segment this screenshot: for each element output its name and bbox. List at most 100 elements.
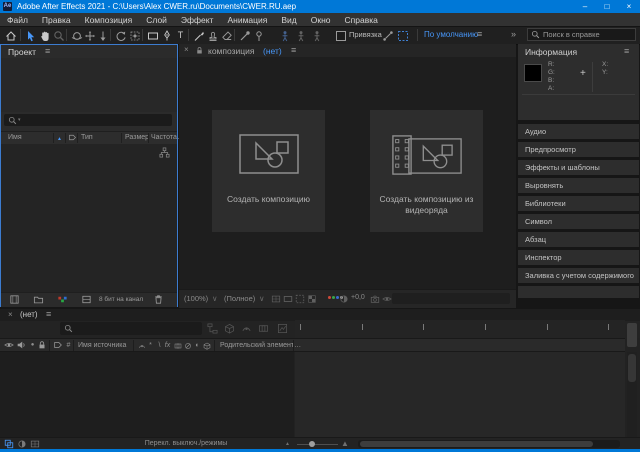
sort-ascending-icon[interactable]: ▲	[57, 136, 62, 142]
menu-layer[interactable]: Слой	[139, 15, 174, 25]
new-folder-icon[interactable]	[33, 294, 45, 306]
composition-panel-menu-icon[interactable]: ≡	[291, 45, 296, 55]
interpret-footage-icon[interactable]	[9, 294, 21, 306]
collapse-transformations-icon[interactable]: *	[146, 340, 155, 351]
pan-camera-tool-icon[interactable]	[83, 29, 96, 42]
hide-shy-layers-icon[interactable]	[241, 323, 253, 335]
tab-close-icon[interactable]: ×	[8, 310, 13, 319]
panel-header-preview[interactable]: Предпросмотр	[518, 142, 639, 157]
adjustment-layer-switch-icon[interactable]: ◐	[193, 340, 202, 351]
help-search-input[interactable]	[543, 30, 631, 39]
timeline-search-input[interactable]	[73, 324, 179, 333]
layer-index-column[interactable]: #	[64, 340, 73, 351]
magnification-dropdown-icon[interactable]: ∨	[212, 294, 218, 303]
project-flowchart-icon[interactable]	[159, 147, 170, 158]
solo-icon[interactable]: ●	[28, 340, 37, 351]
lock-icon[interactable]	[37, 340, 48, 351]
layer-list-area[interactable]	[0, 352, 294, 437]
rectangle-tool-icon[interactable]	[146, 29, 159, 42]
menu-effect[interactable]: Эффект	[174, 15, 221, 25]
label-column-icon[interactable]	[53, 340, 64, 351]
panel-header-libraries[interactable]: Библиотеки	[518, 196, 639, 211]
zoom-out-mountain-icon[interactable]: ▲	[285, 441, 290, 447]
timeline-panel-menu-icon[interactable]: ≡	[46, 309, 51, 319]
transparency-grid-icon[interactable]	[307, 294, 317, 304]
snapshot-icon[interactable]	[370, 294, 380, 304]
axis-mode-local-icon[interactable]	[278, 29, 291, 42]
info-panel-title[interactable]: Информация	[525, 47, 577, 57]
panel-header-inspector[interactable]: Инспектор	[518, 250, 639, 265]
video-visibility-icon[interactable]	[4, 340, 15, 351]
home-icon[interactable]	[4, 29, 17, 42]
maximize-button[interactable]: □	[596, 0, 618, 13]
panel-header-content-aware-fill[interactable]: Заливка с учетом содержимого	[518, 268, 639, 283]
eraser-tool-icon[interactable]	[220, 29, 233, 42]
mask-visibility-icon[interactable]	[283, 294, 293, 304]
expand-in-out-panes-icon[interactable]	[30, 439, 41, 449]
effects-switch-icon[interactable]: fx	[163, 340, 172, 351]
menu-edit[interactable]: Правка	[35, 15, 78, 25]
column-divider[interactable]	[77, 133, 78, 143]
timeline-zoom-thumb[interactable]	[309, 441, 315, 447]
column-divider[interactable]	[148, 133, 149, 143]
pen-tool-icon[interactable]	[160, 29, 173, 42]
panel-header-character[interactable]: Символ	[518, 214, 639, 229]
composition-tab[interactable]: × композиция (нет) ≡	[179, 44, 516, 57]
scrollbar-thumb[interactable]	[360, 441, 593, 447]
roto-brush-tool-icon[interactable]	[238, 29, 251, 42]
graph-editor-icon[interactable]	[277, 323, 289, 335]
timeline-vertical-scrollbar[interactable]	[627, 352, 637, 437]
zoom-tool-icon[interactable]	[52, 29, 65, 42]
show-snapshot-icon[interactable]	[382, 294, 392, 304]
audio-icon[interactable]	[16, 340, 27, 351]
bit-depth-label[interactable]: 8 бит на канал	[99, 296, 143, 303]
comp-marker-bin[interactable]	[627, 323, 637, 347]
column-type[interactable]: Тип	[81, 134, 93, 141]
motion-blur-switch-icon[interactable]	[183, 340, 192, 351]
zoom-in-mountain-icon[interactable]: ▲	[341, 439, 349, 448]
menu-file[interactable]: Файл	[0, 15, 35, 25]
clone-stamp-tool-icon[interactable]	[206, 29, 219, 42]
source-name-column[interactable]: Имя источника	[78, 342, 126, 349]
panel-header-align[interactable]: Выровнять	[518, 178, 639, 193]
column-size[interactable]: Размер	[125, 134, 149, 141]
new-composition-from-footage-button[interactable]: Создать композицию из видеоряда	[370, 110, 483, 232]
rotation-tool-icon[interactable]	[114, 29, 127, 42]
exposure-value[interactable]: +0,0	[351, 294, 365, 301]
new-composition-button[interactable]: Создать композицию	[212, 110, 325, 232]
safe-margins-icon[interactable]	[271, 294, 281, 304]
exposure-icon[interactable]	[339, 294, 349, 304]
timeline-zoom-slider[interactable]	[297, 444, 338, 445]
timeline-horizontal-scrollbar[interactable]	[358, 440, 620, 448]
column-divider[interactable]	[121, 133, 122, 143]
puppet-pin-tool-icon[interactable]	[252, 29, 265, 42]
workspace-selector[interactable]: По умолчанию	[424, 30, 478, 39]
project-settings-icon[interactable]	[57, 294, 69, 306]
column-divider[interactable]	[53, 133, 54, 143]
workspace-menu-icon[interactable]: ≡	[477, 29, 482, 39]
expand-layer-switches-icon[interactable]	[4, 439, 15, 449]
grid-options-icon[interactable]	[396, 29, 409, 42]
region-of-interest-icon[interactable]	[295, 294, 305, 304]
type-tool-icon[interactable]: T	[174, 29, 187, 42]
project-item-list[interactable]	[1, 144, 177, 292]
menu-animation[interactable]: Анимация	[220, 15, 274, 25]
snap-options-icon[interactable]	[381, 29, 394, 42]
project-panel-menu-icon[interactable]: ≡	[45, 46, 50, 56]
composition-name[interactable]: (нет)	[263, 46, 282, 56]
mini-flowchart-icon[interactable]	[207, 323, 219, 335]
track-area[interactable]	[295, 352, 625, 437]
project-tab[interactable]: Проект ≡	[1, 45, 177, 58]
scrollbar-thumb[interactable]	[628, 354, 636, 382]
brush-tool-icon[interactable]	[192, 29, 205, 42]
time-ruler[interactable]	[295, 320, 625, 339]
orbit-camera-tool-icon[interactable]	[70, 29, 83, 42]
expand-transfer-controls-icon[interactable]	[17, 439, 28, 449]
viewer-lock-icon[interactable]	[195, 46, 204, 55]
frame-blending-icon[interactable]	[258, 323, 270, 335]
draft-3d-icon[interactable]	[224, 323, 236, 335]
panel-header-effects-presets[interactable]: Эффекты и шаблоны	[518, 160, 639, 175]
column-divider[interactable]	[65, 133, 66, 143]
workspace-overflow-icon[interactable]: »	[511, 29, 516, 39]
parent-column[interactable]: Родительский элемент…	[220, 342, 301, 349]
